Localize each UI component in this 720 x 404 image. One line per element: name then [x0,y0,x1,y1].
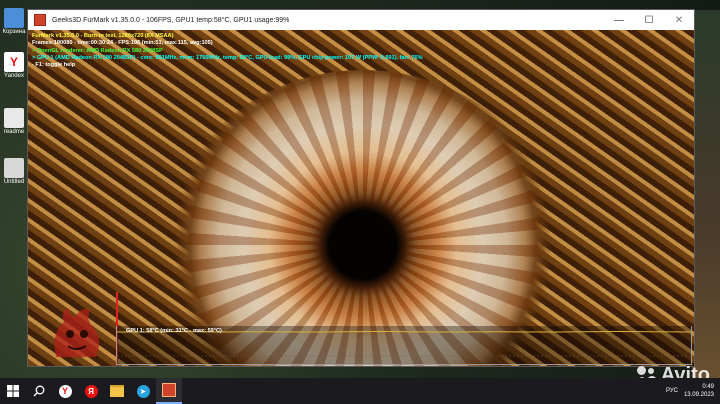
clock[interactable]: 0:49 13.09.2023 [684,383,714,399]
furmark-render-area[interactable]: FurMark v1.35.0.0 - Burn-in test, 1280x7… [28,30,694,366]
hud-help-line: - F1: toggle help [32,62,76,69]
system-tray: РУС 0:49 13.09.2023 [666,378,714,404]
taskbar-yandex-browser[interactable]: Y [52,378,78,404]
furmark-window[interactable]: Geeks3D FurMark v1.35.0.0 - 106FPS, GPU1… [28,10,694,366]
close-icon: ✕ [674,14,684,26]
yandex-icon: Я [84,384,98,398]
taskbar-furmark[interactable] [156,378,182,404]
document-icon [4,108,24,128]
taskbar-file-explorer[interactable] [104,378,130,404]
clock-date: 13.09.2023 [683,392,714,398]
file-explorer-icon [110,385,124,397]
taskbar-yandex[interactable]: Я [78,378,104,404]
hud-overlay: FurMark v1.35.0.0 - Burn-in test, 1280x7… [32,33,423,69]
desktop-icon-untitled[interactable]: Untitled [2,158,26,185]
gpu-temp-label: GPU 1: 58°C (min: 31°C - max: 59°C) [126,328,222,334]
minimize-icon: — [614,14,624,26]
search-icon [33,385,45,397]
maximize-button[interactable]: ☐ [634,10,664,30]
furmark-logo-icon [54,308,100,357]
telegram-icon: ➤ [136,384,150,398]
recycle-bin-icon [4,8,24,28]
desktop-icon-yandex[interactable]: Y Yandex [2,52,26,79]
minimize-button[interactable]: — [604,10,634,30]
close-button[interactable]: ✕ [664,10,694,30]
taskbar: Y Я ➤ РУС 0:49 13.09.2023 [0,378,720,404]
yandex-icon: Y [4,52,24,72]
furmark-app-icon [34,14,46,26]
start-button[interactable] [0,378,26,404]
desktop-background-right [692,10,720,378]
furmark-icon [162,383,176,397]
windows-start-icon [7,385,19,397]
window-title: Geeks3D FurMark v1.35.0.0 - 106FPS, GPU1… [52,16,290,24]
document-icon [4,158,24,178]
hud-gpu-line: > GPU 1 (AMD Radeon RX 580 2048SP) - cor… [32,54,423,61]
hud-renderer-line: > OpenGL renderer: AMD Radeon RX 580 204… [32,47,163,54]
search-button[interactable] [26,378,52,404]
hud-title-line: FurMark v1.35.0.0 - Burn-in test, 1280x7… [32,33,174,39]
maximize-icon: ☐ [644,14,654,26]
desktop-icon-readme[interactable]: readme [2,108,26,135]
hud-frames-line: Frames:190080 - time:00:30:24 - FPS:106 … [32,40,213,47]
desktop-icon-recycle-bin[interactable]: Корзина [2,8,26,35]
taskbar-telegram[interactable]: ➤ [130,378,156,404]
window-titlebar[interactable]: Geeks3D FurMark v1.35.0.0 - 106FPS, GPU1… [28,10,694,30]
clock-time: 0:49 [702,384,714,390]
language-indicator[interactable]: РУС [666,388,678,394]
yandex-browser-icon: Y [58,384,72,398]
